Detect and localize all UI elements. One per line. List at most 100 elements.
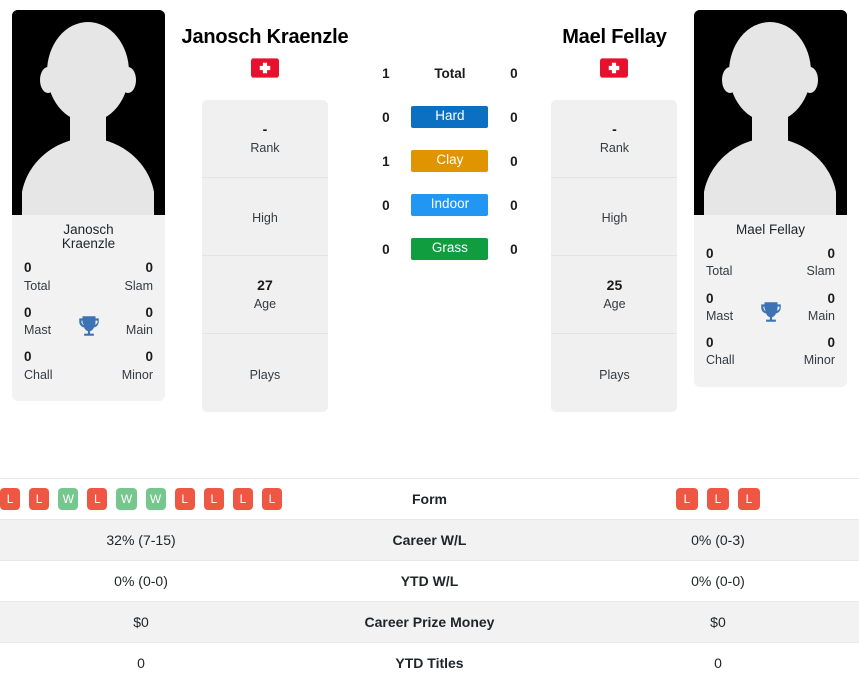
left-minor-value: 0 [145, 349, 153, 365]
right-stat-row-chall-minor: 0 Chall 0 Minor [700, 332, 841, 376]
left-card-name-line2: Kraenzle [61, 236, 116, 252]
row-label-ytd_titles: YTD Titles [292, 642, 567, 684]
left-stat-row-mast-main: 0 Mast 0 Main [18, 302, 159, 346]
h2h-left-score: 1 [382, 153, 390, 169]
player-comparison-page: Janosch Kraenzle 0 Total 0 Slam 0 Mast 0… [0, 0, 859, 689]
left-main-label: Main [125, 323, 153, 338]
right-info-plays: Plays [551, 334, 677, 412]
left-mast-value: 0 [24, 304, 32, 320]
left-age-label: Age [253, 297, 277, 312]
right-player-title: Mael Fellay [562, 26, 667, 48]
right-stat-total: 0 Total [706, 245, 752, 279]
left-stat-total: 0 Total [24, 259, 70, 293]
comparison-stats-table: L L W L W W L L L L Form L L L 32% (7-15) Career W/L 0% … [0, 478, 859, 684]
right-slam-value: 0 [827, 246, 835, 262]
form-badge[interactable]: L [87, 488, 108, 510]
right-rank-label: Rank [599, 141, 630, 156]
form-badge[interactable]: W [58, 488, 79, 510]
right-player-identity: Mael Fellay - Rank High 25 Age Plays [535, 10, 694, 413]
right-info-age: 25 Age [551, 256, 678, 335]
surface-badge-indoor[interactable]: Indoor [411, 194, 489, 216]
left-career_wl-cell: 32% (7-15) [0, 519, 293, 561]
right-main-label: Main [807, 308, 835, 323]
right-info-panel: - Rank High 25 Age Plays [551, 100, 678, 413]
left-minor-label: Minor [121, 367, 153, 382]
left-player-card[interactable]: Janosch Kraenzle 0 Total 0 Slam 0 Mast 0… [12, 10, 165, 401]
left-stat-row-chall-minor: 0 Chall 0 Minor [18, 346, 159, 390]
left-info-panel: - Rank High 27 Age Plays [201, 100, 328, 413]
surface-badge-clay[interactable]: Clay [411, 150, 489, 172]
left-chall-label: Chall [24, 367, 53, 382]
right-age-value: 25 [606, 276, 623, 293]
left-mast-label: Mast [24, 323, 52, 338]
left-stat-slam: 0 Slam [107, 259, 153, 293]
left-slam-value: 0 [145, 260, 153, 276]
row-label-form: Form [292, 478, 567, 520]
left-stat-minor: 0 Minor [107, 348, 153, 382]
right-form-strip: LLL [577, 488, 859, 510]
form-badge[interactable]: L [675, 488, 698, 510]
right-stat-main: 0 Main [789, 290, 835, 324]
left-player-identity: Janosch Kraenzle - Rank High 27 Age Play… [165, 10, 365, 413]
form-badge[interactable]: L [261, 488, 283, 510]
right-info-high: High [551, 178, 678, 257]
right-mast-label: Mast [706, 308, 734, 323]
right-card-player-name: Mael Fellay [694, 215, 847, 243]
left-stat-chall: 0 Chall [24, 348, 70, 382]
right-minor-value: 0 [827, 335, 835, 351]
right-titles-stats: 0 Total 0 Slam 0 Mast 0 Main 0 Chall 0 M… [694, 243, 847, 386]
right-ytd_titles-cell: 0 [566, 642, 859, 684]
left-stat-mast: 0 Mast [24, 304, 70, 338]
form-badge[interactable]: L [737, 488, 760, 510]
form-badge[interactable]: W [116, 488, 137, 510]
left-card-name-line1: Janosch [63, 222, 114, 237]
right-form-cell: LLL [566, 478, 859, 520]
table-row: 0% (0-0) YTD W/L 0% (0-0) [0, 560, 859, 602]
left-plays-label: Plays [249, 367, 281, 382]
h2h-row-total: 1 Total 0 [365, 62, 535, 84]
right-stat-chall: 0 Chall [706, 334, 752, 368]
left-stat-main: 0 Main [107, 304, 153, 338]
h2h-total-label: Total [434, 65, 466, 81]
left-card-player-name: Janosch Kraenzle [12, 215, 165, 257]
row-label-career_prize_money: Career Prize Money [292, 601, 567, 643]
right-plays-label: Plays [599, 367, 630, 382]
right-mast-value: 0 [706, 290, 714, 306]
left-ytd_wl-cell: 0% (0-0) [0, 560, 293, 602]
form-badge[interactable]: L [203, 488, 224, 510]
surface-badge-hard[interactable]: Hard [411, 106, 489, 128]
h2h-right-score: 0 [510, 241, 518, 257]
form-badge[interactable]: L [0, 488, 21, 510]
h2h-left-score: 0 [382, 109, 390, 125]
right-stat-mast: 0 Mast [706, 290, 752, 324]
left-chall-value: 0 [24, 349, 32, 365]
surface-badge-grass[interactable]: Grass [411, 238, 489, 260]
left-career_prize_money-cell: $0 [0, 601, 293, 643]
h2h-row-hard: 0 Hard 0 [365, 106, 535, 128]
left-info-high: High [201, 178, 328, 257]
swiss-flag-icon [600, 58, 629, 78]
right-chall-value: 0 [706, 335, 714, 351]
h2h-row-grass: 0 Grass 0 [365, 238, 535, 260]
form-badge[interactable]: L [29, 488, 50, 510]
right-player-card[interactable]: Mael Fellay 0 Total 0 Slam 0 Mast 0 Main… [694, 10, 847, 387]
left-slam-label: Slam [124, 278, 153, 293]
right-main-value: 0 [827, 290, 835, 306]
form-badge[interactable]: L [706, 488, 729, 510]
left-player-photo [12, 10, 165, 215]
left-titles-stats: 0 Total 0 Slam 0 Mast 0 Main 0 Chall 0 M… [12, 257, 165, 400]
form-badge[interactable]: L [174, 488, 195, 510]
right-ytd_wl-cell: 0% (0-0) [566, 560, 859, 602]
right-age-label: Age [603, 297, 626, 312]
right-high-label: High [601, 211, 628, 226]
left-stat-row-total-slam: 0 Total 0 Slam [18, 257, 159, 301]
left-total-value: 0 [24, 260, 32, 276]
form-badge[interactable]: W [145, 488, 166, 510]
right-stat-slam: 0 Slam [789, 245, 835, 279]
left-high-label: High [252, 211, 278, 226]
right-player-photo [694, 10, 847, 215]
form-badge[interactable]: L [232, 488, 253, 510]
h2h-right-score: 0 [510, 109, 518, 125]
left-rank-label: Rank [250, 141, 280, 156]
h2h-left-score: 1 [382, 65, 390, 81]
